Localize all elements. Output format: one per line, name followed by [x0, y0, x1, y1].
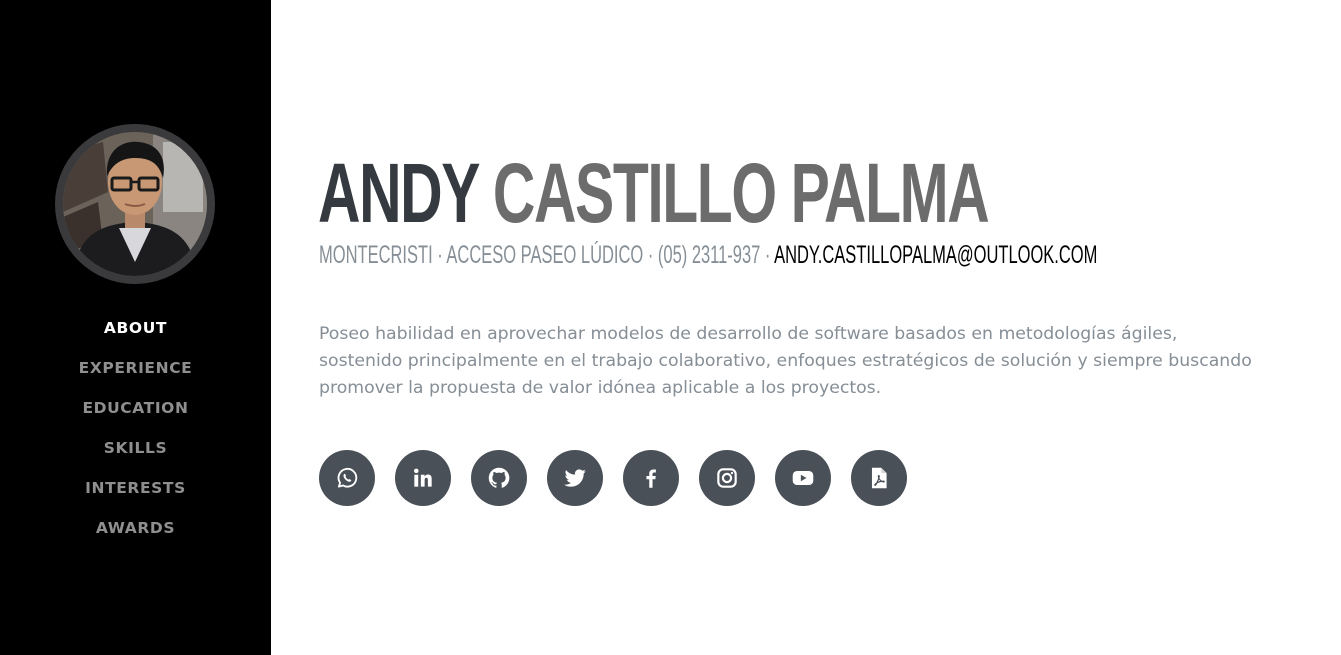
twitter-button[interactable] — [547, 450, 603, 506]
instagram-button[interactable] — [699, 450, 755, 506]
nav-link-interests[interactable]: INTERESTS — [85, 479, 186, 497]
first-name: ANDY — [318, 146, 479, 240]
profile-avatar — [55, 124, 215, 284]
email-link[interactable]: ANDY.CASTILLOPALMA@OUTLOOK.COM — [774, 241, 1097, 269]
instagram-icon — [717, 468, 737, 488]
whatsapp-icon — [337, 467, 358, 488]
youtube-button[interactable] — [775, 450, 831, 506]
social-icons — [319, 450, 907, 506]
linkedin-icon — [414, 468, 432, 487]
contact-info: MONTECRISTI · ACCESO PASEO LÚDICO · (05)… — [319, 241, 775, 269]
page-title: ANDY CASTILLO PALMA — [318, 146, 990, 240]
nav-item-skills: SKILLS — [0, 428, 271, 468]
facebook-icon — [646, 469, 656, 488]
github-button[interactable] — [471, 450, 527, 506]
twitter-icon — [564, 469, 586, 487]
sidebar-nav: ABOUT EXPERIENCE EDUCATION SKILLS INTERE… — [0, 308, 271, 548]
github-icon — [488, 467, 510, 488]
nav-item-about: ABOUT — [0, 308, 271, 348]
pdf-file-icon — [871, 467, 887, 489]
nav-link-skills[interactable]: SKILLS — [104, 439, 167, 457]
nav-link-about[interactable]: ABOUT — [104, 319, 167, 337]
nav-item-education: EDUCATION — [0, 388, 271, 428]
linkedin-button[interactable] — [395, 450, 451, 506]
last-name: CASTILLO PALMA — [492, 146, 990, 240]
pdf-button[interactable] — [851, 450, 907, 506]
nav-item-interests: INTERESTS — [0, 468, 271, 508]
nav-item-awards: AWARDS — [0, 508, 271, 548]
whatsapp-button[interactable] — [319, 450, 375, 506]
nav-link-awards[interactable]: AWARDS — [96, 519, 175, 537]
nav-link-education[interactable]: EDUCATION — [82, 399, 188, 417]
nav-link-experience[interactable]: EXPERIENCE — [79, 359, 193, 377]
facebook-button[interactable] — [623, 450, 679, 506]
profile-photo — [63, 132, 207, 276]
sidebar: ABOUT EXPERIENCE EDUCATION SKILLS INTERE… — [0, 0, 271, 655]
youtube-icon — [792, 470, 814, 486]
contact-subheading: MONTECRISTI · ACCESO PASEO LÚDICO · (05)… — [319, 241, 1097, 269]
about-description: Poseo habilidad en aprovechar modelos de… — [319, 324, 1252, 398]
nav-item-experience: EXPERIENCE — [0, 348, 271, 388]
